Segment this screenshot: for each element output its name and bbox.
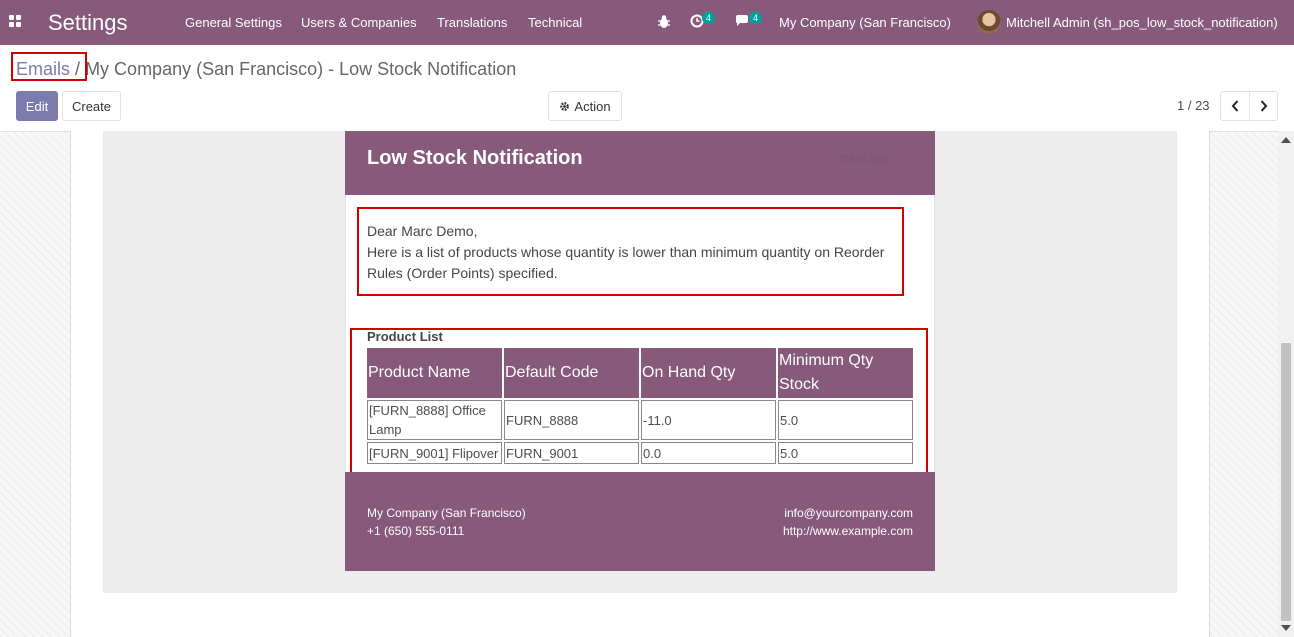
user-avatar[interactable]	[977, 10, 1001, 34]
footer-phone: +1 (650) 555-0111	[367, 524, 465, 538]
menu-users-companies[interactable]: Users & Companies	[301, 15, 417, 30]
menu-general-settings[interactable]: General Settings	[185, 15, 282, 30]
activity-count-badge: 4	[702, 12, 716, 24]
footer-company-info: My Company (San Francisco) +1 (650) 555-…	[367, 504, 526, 540]
apps-menu-icon[interactable]	[9, 15, 23, 29]
app-title: Settings	[48, 10, 128, 35]
debug-bug-icon[interactable]	[657, 14, 671, 29]
vertical-scrollbar[interactable]	[1278, 131, 1294, 637]
footer-website[interactable]: http://www.example.com	[783, 522, 913, 540]
highlight-box-product-table	[350, 328, 928, 475]
email-footer: My Company (San Francisco) +1 (650) 555-…	[345, 472, 935, 571]
action-button-label: Action	[574, 98, 611, 114]
email-title: Low Stock Notification	[367, 147, 583, 169]
footer-company-name: My Company (San Francisco)	[367, 506, 526, 520]
top-navbar: Settings General Settings Users & Compan…	[0, 0, 1294, 45]
pager-previous-button[interactable]	[1220, 91, 1250, 121]
user-menu[interactable]: Mitchell Admin (sh_pos_low_stock_notific…	[1006, 15, 1278, 30]
edit-button[interactable]: Edit	[16, 91, 58, 121]
gear-icon	[560, 101, 570, 111]
pager-next-button[interactable]	[1249, 91, 1278, 121]
messages-count-badge: 4	[749, 12, 763, 24]
company-switcher[interactable]: My Company (San Francisco)	[779, 15, 951, 30]
action-button[interactable]: Action	[548, 91, 622, 121]
chevron-left-icon	[1231, 100, 1239, 112]
scroll-down-arrow-icon[interactable]	[1281, 625, 1291, 631]
breadcrumb: Emails / My Company (San Francisco) - Lo…	[16, 59, 516, 80]
highlight-box-greeting	[357, 207, 904, 296]
scrollbar-thumb[interactable]	[1281, 343, 1291, 621]
menu-technical[interactable]: Technical	[528, 15, 582, 30]
scroll-up-arrow-icon[interactable]	[1281, 137, 1291, 143]
footer-contact-info: info@yourcompany.com http://www.example.…	[783, 504, 913, 540]
highlight-box-breadcrumb	[11, 52, 87, 81]
footer-email[interactable]: info@yourcompany.com	[783, 504, 913, 522]
breadcrumb-current: My Company (San Francisco) - Low Stock N…	[85, 59, 517, 79]
menu-translations[interactable]: Translations	[437, 15, 507, 30]
company-logo: YourLogo	[838, 151, 889, 165]
pager-value[interactable]: 1 / 23	[1177, 98, 1210, 113]
chevron-right-icon	[1260, 100, 1267, 112]
create-button[interactable]: Create	[62, 91, 121, 121]
